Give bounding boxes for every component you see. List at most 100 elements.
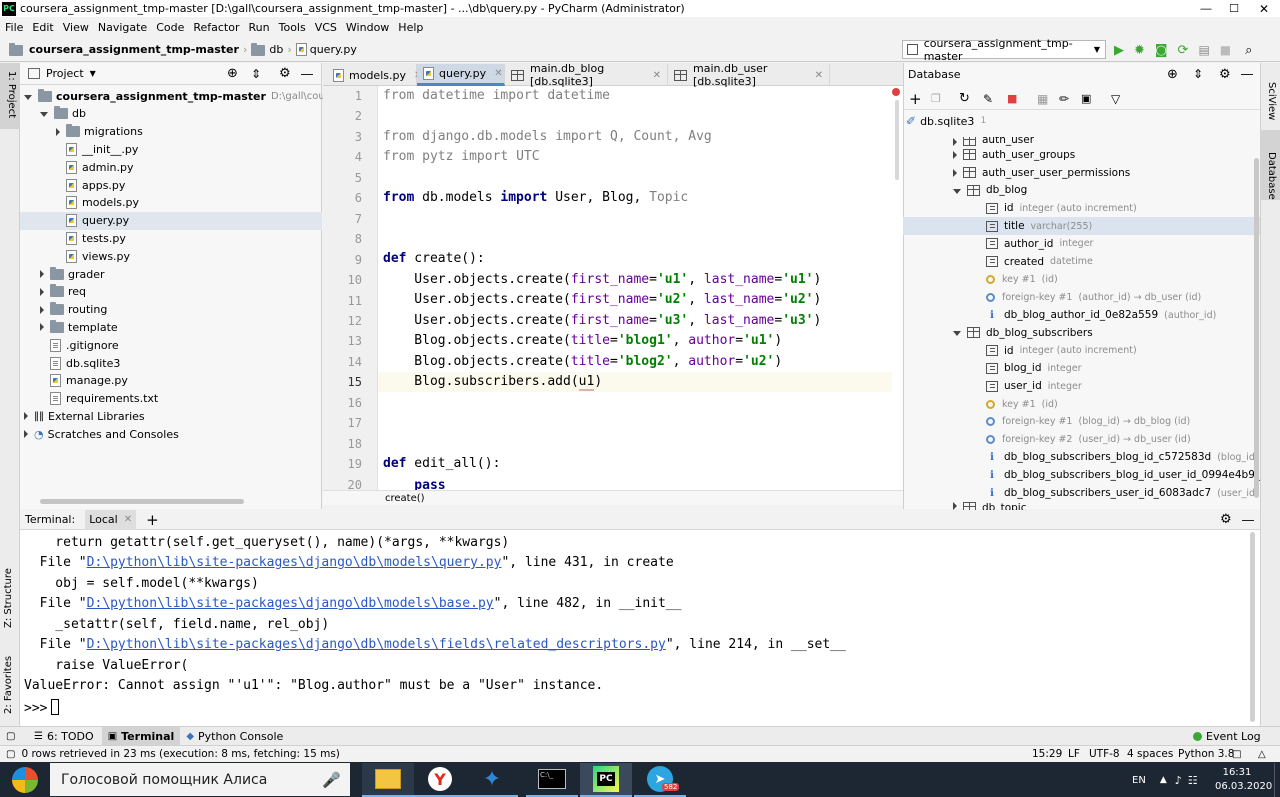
add-terminal-icon[interactable]: +	[146, 511, 159, 529]
profile-icon[interactable]: ⟳	[1178, 43, 1189, 58]
line-number[interactable]: 18	[348, 437, 362, 451]
stop-icon[interactable]: ■	[1220, 43, 1231, 57]
db-column-node[interactable]: id integer (auto increment)	[986, 342, 1137, 360]
db-table-node[interactable]: db_blog_subscribers	[953, 324, 1093, 342]
line-number[interactable]: 12	[348, 314, 362, 328]
project-tree-item[interactable]: apps.py	[56, 176, 125, 194]
chevron-right-icon[interactable]	[953, 150, 957, 159]
project-tree-item[interactable]: manage.py	[40, 372, 128, 390]
project-tree-item[interactable]: views.py	[56, 247, 130, 265]
python-interpreter[interactable]: Python 3.8	[1178, 748, 1234, 760]
project-tree-item[interactable]: routing	[40, 301, 107, 319]
project-horizontal-scrollbar[interactable]	[40, 499, 244, 504]
microphone-icon[interactable]: 🎤	[322, 771, 341, 789]
chevron-down-icon[interactable]	[40, 112, 48, 118]
menu-vcs[interactable]: VCS	[315, 21, 337, 34]
taskbar-cmd[interactable]: C:\_	[526, 763, 578, 797]
collapse-all-icon[interactable]: ⇕	[1193, 67, 1203, 81]
line-number[interactable]: 7	[355, 212, 362, 226]
db-column-node[interactable]: i db_blog_subscribers_blog_id_c572583d (bl…	[986, 448, 1259, 466]
chevron-right-icon[interactable]	[953, 168, 957, 177]
minimize-button[interactable]: ―	[1192, 2, 1220, 15]
network-icon[interactable]: ☷	[1188, 774, 1198, 787]
line-number[interactable]: 19	[348, 457, 362, 471]
code-line-10[interactable]: User.objects.create(first_name='u1', las…	[383, 272, 821, 287]
line-number[interactable]: 9	[355, 253, 362, 267]
stop-icon[interactable]: ■	[1007, 92, 1037, 105]
code-line-15[interactable]: Blog.subscribers.add(u1)	[383, 374, 602, 391]
project-tree-item[interactable]: .gitignore	[40, 336, 119, 354]
db-table-node[interactable]: auth_user_user_permissions	[953, 164, 1130, 182]
menu-window[interactable]: Window	[346, 21, 389, 34]
taskbar-pycharm[interactable]: PC	[580, 763, 632, 797]
locate-file-icon[interactable]: ⊕	[227, 66, 238, 81]
filter-icon[interactable]: ▽	[1111, 92, 1120, 106]
close-icon[interactable]: ✕	[494, 68, 502, 79]
code-line-14[interactable]: Blog.objects.create(title='blog2', autho…	[383, 354, 782, 369]
search-everywhere-icon[interactable]: ⌕	[1245, 43, 1252, 58]
menu-tools[interactable]: Tools	[279, 21, 306, 34]
locate-icon[interactable]: ⊕	[1167, 67, 1178, 82]
project-tree-item[interactable]: ◔ Scratches and Consoles	[24, 425, 179, 443]
tab-models-py[interactable]: models.py ✕	[327, 64, 422, 86]
structure-tool-label[interactable]: Z: Structure	[3, 568, 14, 628]
project-tool-label[interactable]: 1: Project	[6, 71, 17, 118]
tab-python-console[interactable]: ◆ Python Console	[186, 730, 283, 743]
breadcrumb-file[interactable]: query.py	[310, 43, 357, 56]
db-table-node[interactable]: auth_user	[953, 137, 1034, 146]
chevron-right-icon[interactable]	[953, 501, 957, 510]
duplicate-icon[interactable]: ❐	[931, 92, 959, 105]
taskbar-telegram[interactable]: ➤ 582	[634, 763, 686, 797]
line-number[interactable]: 1	[355, 89, 362, 103]
project-tree-item[interactable]: admin.py	[56, 158, 133, 176]
breadcrumb-folder[interactable]: db	[269, 43, 283, 56]
gear-icon[interactable]: ⚙	[1219, 67, 1231, 82]
line-number[interactable]: 13	[348, 334, 362, 348]
add-icon[interactable]: +	[909, 90, 931, 108]
indent-setting[interactable]: 4 spaces	[1127, 748, 1173, 760]
clock[interactable]: 16:31 06.03.2020	[1215, 766, 1272, 794]
code-line-6[interactable]: from db.models import User, Blog, Topic	[383, 190, 688, 205]
tab-query-py[interactable]: query.py ✕	[417, 64, 505, 86]
project-tree-item[interactable]: query.py	[20, 211, 322, 230]
project-tree-item[interactable]: migrations	[56, 123, 143, 141]
project-panel-title[interactable]: Project	[46, 67, 84, 80]
chevron-right-icon[interactable]	[40, 305, 44, 314]
db-column-node[interactable]: foreign-key #1 (author_id) → db_user (id)	[986, 288, 1201, 306]
close-icon[interactable]: ✕	[124, 514, 132, 525]
project-tree-item[interactable]: req	[40, 283, 86, 301]
lock-icon[interactable]: □	[1232, 749, 1241, 760]
project-tree-item[interactable]: tests.py	[56, 229, 126, 247]
database-scrollbar[interactable]	[1254, 158, 1259, 498]
line-separator[interactable]: LF	[1068, 748, 1080, 760]
project-tree-item[interactable]: __init__.py	[56, 140, 138, 158]
line-number[interactable]: 11	[348, 294, 362, 308]
toggle-tool-windows-icon[interactable]: ▢	[6, 731, 26, 742]
line-number[interactable]: 17	[348, 416, 362, 430]
table-editor-icon[interactable]: ▦	[1037, 92, 1059, 106]
line-number[interactable]: 16	[348, 396, 362, 410]
menu-help[interactable]: Help	[398, 21, 423, 34]
code-line-4[interactable]: from pytz import UTC	[383, 149, 540, 164]
run-configuration-select[interactable]: coursera_assignment_tmp-master ▼	[902, 37, 1106, 63]
db-column-node[interactable]: title varchar(255)	[903, 217, 1260, 235]
project-tree-item[interactable]: coursera_assignment_tmp-master D:\gall\co…	[24, 87, 366, 105]
menu-run[interactable]: Run	[249, 21, 270, 34]
line-number[interactable]: 4	[355, 150, 362, 164]
concurrency-icon[interactable]: ▤	[1198, 43, 1209, 57]
windows-start-button[interactable]	[0, 762, 50, 797]
file-encoding[interactable]: UTF-8	[1089, 748, 1120, 760]
refresh-icon[interactable]: ↻	[959, 91, 983, 106]
code-line-13[interactable]: Blog.objects.create(title='blog1', autho…	[383, 333, 782, 348]
code-line-11[interactable]: User.objects.create(first_name='u2', las…	[383, 292, 821, 307]
language-indicator[interactable]: EN	[1132, 775, 1146, 786]
chevron-right-icon[interactable]	[953, 138, 957, 146]
breadcrumb-project[interactable]: coursera_assignment_tmp-master	[29, 43, 239, 56]
project-tree-item[interactable]: models.py	[56, 194, 139, 212]
file-link[interactable]: D:\python\lib\site-packages\django\db\mo…	[87, 596, 494, 611]
hide-panel-icon[interactable]: ―	[1242, 513, 1254, 527]
db-column-node[interactable]: key #1 (id)	[986, 270, 1058, 288]
collapse-all-icon[interactable]: ⇕	[251, 67, 261, 81]
project-tree-item[interactable]: ‖‖ External Libraries	[24, 407, 145, 425]
chevron-right-icon[interactable]	[24, 412, 28, 421]
